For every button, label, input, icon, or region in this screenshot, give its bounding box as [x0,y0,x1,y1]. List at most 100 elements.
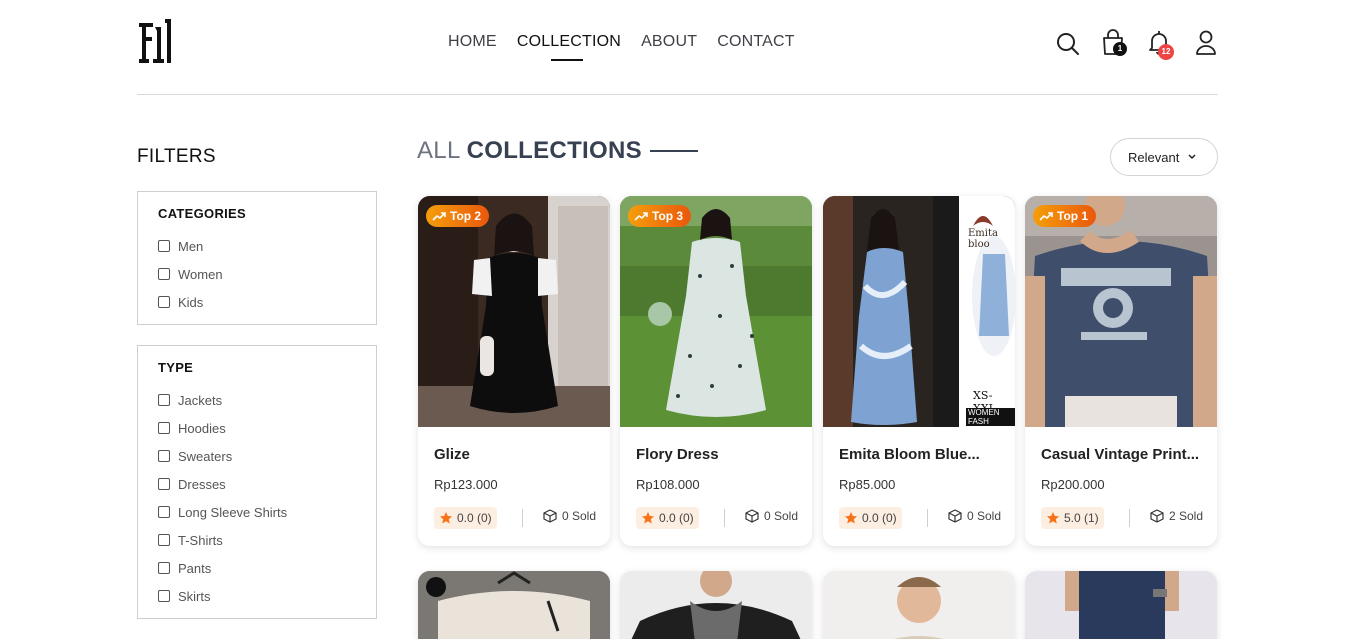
tag-label: Top 3 [652,209,684,223]
star-icon [642,512,654,524]
product-card[interactable] [418,571,610,639]
filter-option-label: Skirts [178,588,211,604]
filter-option-pants[interactable]: Pants [158,554,356,582]
star-icon [845,512,857,524]
product-name[interactable]: Casual Vintage Print... [1041,446,1205,463]
site-header: HOME COLLECTION ABOUT CONTACT 1 12 [137,0,1218,95]
checkbox[interactable] [158,562,170,574]
checkbox[interactable] [158,590,170,602]
nav-collection[interactable]: COLLECTION [517,31,621,61]
notifications-button[interactable]: 12 [1148,28,1174,60]
trending-up-icon [1039,212,1053,221]
filter-option-sweaters[interactable]: Sweaters [158,442,356,470]
top-rank-tag: Top 1 [1033,205,1097,227]
product-name[interactable]: Emita Bloom Blue... [839,446,1003,463]
top-rank-tag: Top 3 [628,205,692,227]
nav-home[interactable]: HOME [448,31,497,53]
star-icon [440,512,452,524]
title-underline [649,150,698,152]
product-price: Rp200.000 [1041,477,1105,492]
product-image[interactable] [620,571,812,639]
checkbox[interactable] [158,240,170,252]
filter-option-hoodies[interactable]: Hoodies [158,414,356,442]
product-image[interactable] [418,571,610,639]
categories-heading: CATEGORIES [158,206,246,221]
product-image[interactable]: Top 2 [418,196,610,427]
product-name[interactable]: Flory Dress [636,446,800,463]
rating-badge: 0.0 (0) [839,507,902,529]
nav-about[interactable]: ABOUT [641,31,697,53]
filter-option-t-shirts[interactable]: T-Shirts [158,526,356,554]
filter-option-label: Kids [178,294,204,310]
checkbox[interactable] [158,296,170,308]
trending-up-icon [432,212,446,221]
search-button[interactable] [1056,28,1080,56]
checkbox[interactable] [158,534,170,546]
image-text: Emita bloo [968,228,998,250]
product-image[interactable]: Top 3 [620,196,812,427]
filter-option-label: Jackets [178,392,223,408]
nav-contact[interactable]: CONTACT [717,31,795,53]
divider [522,509,523,527]
product-card[interactable]: Top 1 Casual Vintage Print... Rp200.000 … [1025,196,1217,546]
sold-count: 0 Sold [543,509,596,523]
cart-button[interactable]: 1 [1102,28,1127,56]
sold-count: 2 Sold [1150,509,1203,523]
filter-option-label: Women [178,266,223,282]
image-text: WOMEN FASH [966,408,1015,426]
type-heading: TYPE [158,360,194,375]
checkbox[interactable] [158,268,170,280]
rating-text: 0.0 (0) [659,511,694,525]
star-icon [1047,512,1059,524]
product-card[interactable] [1025,571,1217,639]
divider [1129,509,1130,527]
checkbox[interactable] [158,450,170,462]
tag-label: Top 1 [1057,209,1089,223]
top-rank-tag: Top 2 [426,205,490,227]
product-image[interactable] [1025,571,1217,639]
sold-count: 0 Sold [948,509,1001,523]
filter-option-women[interactable]: Women [158,260,356,288]
checkbox[interactable] [158,394,170,406]
categories-filter: CATEGORIES Men Women Kids [137,191,377,325]
filter-option-label: Hoodies [178,420,226,436]
account-button[interactable] [1194,28,1218,56]
notification-count-badge: 12 [1158,44,1174,60]
rating-text: 5.0 (1) [1064,511,1099,525]
brand-logo[interactable] [137,17,177,65]
filter-option-men[interactable]: Men [158,232,356,260]
divider [927,509,928,527]
product-image[interactable] [823,571,1015,639]
product-card[interactable]: Top 2 Glize Rp123.000 0.0 (0) 0 Sold [418,196,610,546]
filter-option-skirts[interactable]: Skirts [158,582,356,610]
chevron-down-icon [1188,154,1196,160]
product-card[interactable]: Emita bloo XS-XXL WOMEN FASH Emita Bloom… [823,196,1015,546]
sold-text: 0 Sold [763,509,798,523]
product-image[interactable]: Emita bloo XS-XXL WOMEN FASH [823,196,1015,427]
package-icon [745,509,759,523]
sold-text: 2 Sold [1168,509,1203,523]
title-bold: COLLECTIONS [466,137,642,164]
collections-title: ALL COLLECTIONS [417,137,698,165]
sort-dropdown[interactable]: Relevant [1110,138,1218,176]
product-name[interactable]: Glize [434,446,598,463]
product-image[interactable]: Top 1 [1025,196,1217,427]
type-filter: TYPE Jackets Hoodies Sweaters Dresses Lo… [137,345,377,619]
rating-text: 0.0 (0) [457,511,492,525]
checkbox[interactable] [158,422,170,434]
search-icon [1057,33,1079,55]
product-card[interactable] [823,571,1015,639]
product-card[interactable]: Top 3 Flory Dress Rp108.000 0.0 (0) 0 So… [620,196,812,546]
filter-option-kids[interactable]: Kids [158,288,356,316]
filter-option-dresses[interactable]: Dresses [158,470,356,498]
filter-option-jackets[interactable]: Jackets [158,386,356,414]
cart-count-badge: 1 [1113,42,1127,56]
checkbox[interactable] [158,506,170,518]
rating-badge: 5.0 (1) [1041,507,1104,529]
filter-option-label: Dresses [178,476,226,492]
sold-text: 0 Sold [561,509,596,523]
product-card[interactable] [620,571,812,639]
filter-option-long-sleeve-shirts[interactable]: Long Sleeve Shirts [158,498,356,526]
product-price: Rp85.000 [839,477,896,492]
checkbox[interactable] [158,478,170,490]
